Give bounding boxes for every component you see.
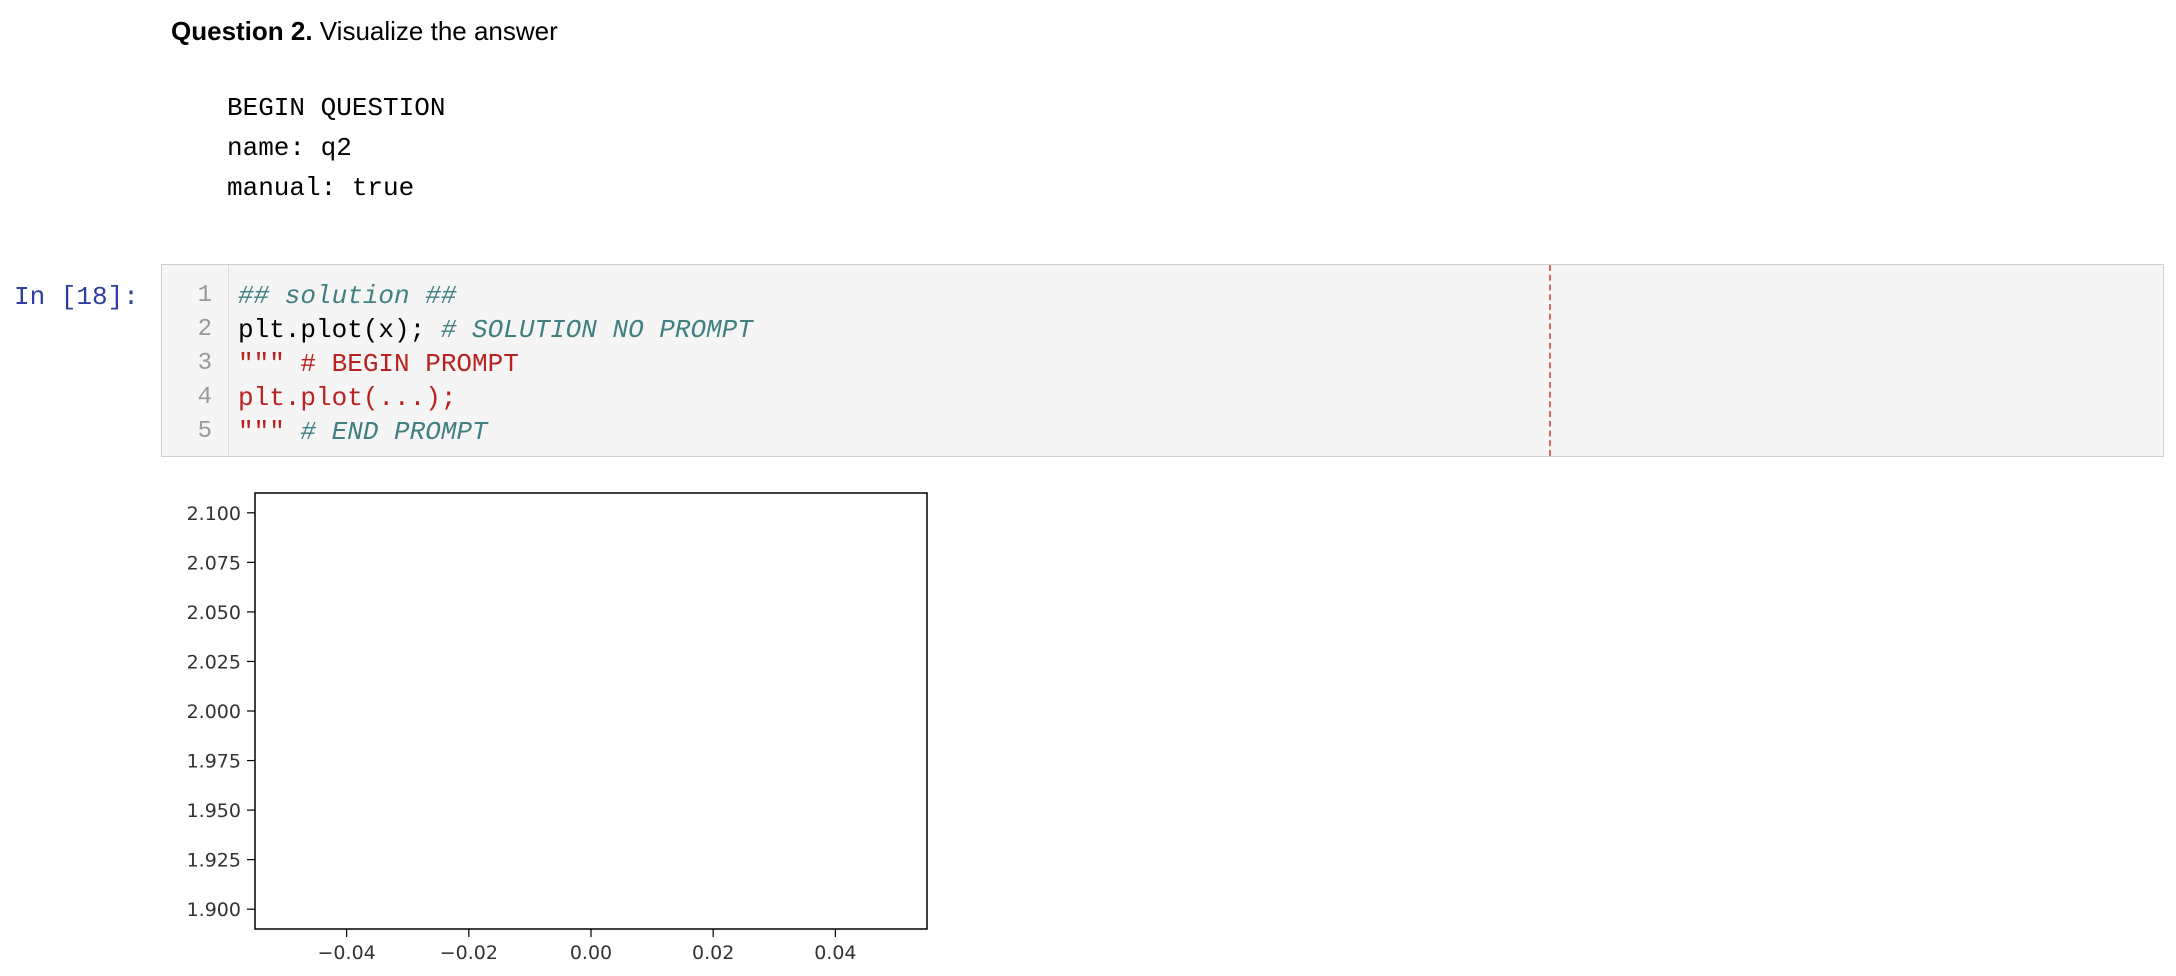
code-line[interactable]: ## solution ## <box>238 279 753 313</box>
markdown-cell: Question 2. Visualize the answer BEGIN Q… <box>171 14 2071 208</box>
x-tick-label: 0.04 <box>814 942 856 960</box>
code-line[interactable]: """ # END PROMPT <box>238 415 753 449</box>
cell-output: 2.100 2.075 2.050 2.025 2.000 1.975 1.950 1.925… <box>161 480 941 965</box>
x-tick-label: 0.02 <box>692 942 734 960</box>
question-heading: Question 2. Visualize the answer <box>171 14 2071 48</box>
code-token-string: plt.plot(...); <box>238 383 457 413</box>
y-tick-label: 2.050 <box>187 602 241 624</box>
code-token-comment: # SOLUTION NO PROMPT <box>440 315 753 345</box>
y-tick-label: 1.900 <box>187 899 241 921</box>
x-tick-label: −0.04 <box>318 942 376 960</box>
code-token-string: """ <box>238 417 301 447</box>
question-title: Visualize the answer <box>312 16 558 46</box>
line-number: 5 <box>197 418 212 445</box>
line-number: 4 <box>197 384 212 411</box>
y-tick-label: 2.075 <box>187 552 241 574</box>
code-line[interactable]: plt.plot(x); # SOLUTION NO PROMPT <box>238 313 753 347</box>
question-number: Question 2. <box>171 16 313 46</box>
axes-frame <box>254 492 928 930</box>
y-tick-label: 1.975 <box>187 751 241 773</box>
column-ruler <box>1549 265 1551 456</box>
y-axis: 2.100 2.075 2.050 2.025 2.000 1.975 1.950 1.925… <box>187 503 255 921</box>
code-token-comment: # END PROMPT <box>300 417 488 447</box>
code-token-plain: plt.plot(x); <box>238 315 441 345</box>
code-lines[interactable]: ## solution ## plt.plot(x); # SOLUTION NO… <box>238 279 753 449</box>
y-tick-label: 2.025 <box>187 651 241 673</box>
question-metadata: BEGIN QUESTION name: q2 manual: true <box>227 88 2071 208</box>
y-tick-label: 2.000 <box>187 701 241 723</box>
code-line[interactable]: plt.plot(...); <box>238 381 753 415</box>
y-tick-label: 1.925 <box>187 850 241 872</box>
y-tick-label: 2.100 <box>187 503 241 525</box>
input-prompt: In [18]: <box>14 282 139 312</box>
x-tick-label: −0.02 <box>440 942 498 960</box>
meta-line: BEGIN QUESTION <box>227 93 446 123</box>
y-tick-label: 1.950 <box>187 800 241 822</box>
line-number: 1 <box>197 282 212 309</box>
code-cell-editor[interactable]: 12345 ## solution ## plt.plot(x); # SOLUT… <box>161 264 2164 457</box>
code-token-string: """ # BEGIN PROMPT <box>238 349 519 379</box>
meta-line: name: q2 <box>227 133 352 163</box>
x-tick-label: 0.00 <box>570 942 612 960</box>
meta-line: manual: true <box>227 173 415 203</box>
x-axis: −0.04 −0.02 0.00 0.02 0.04 <box>318 929 857 964</box>
code-line[interactable]: """ # BEGIN PROMPT <box>238 347 753 381</box>
line-number: 2 <box>197 316 212 343</box>
code-token-comment: ## solution ## <box>238 281 457 311</box>
line-number: 3 <box>197 350 212 377</box>
line-number-gutter: 1 2 3 4 5 <box>162 265 229 456</box>
plot-figure: 2.100 2.075 2.050 2.025 2.000 1.975 1.950 1.925… <box>187 492 928 964</box>
